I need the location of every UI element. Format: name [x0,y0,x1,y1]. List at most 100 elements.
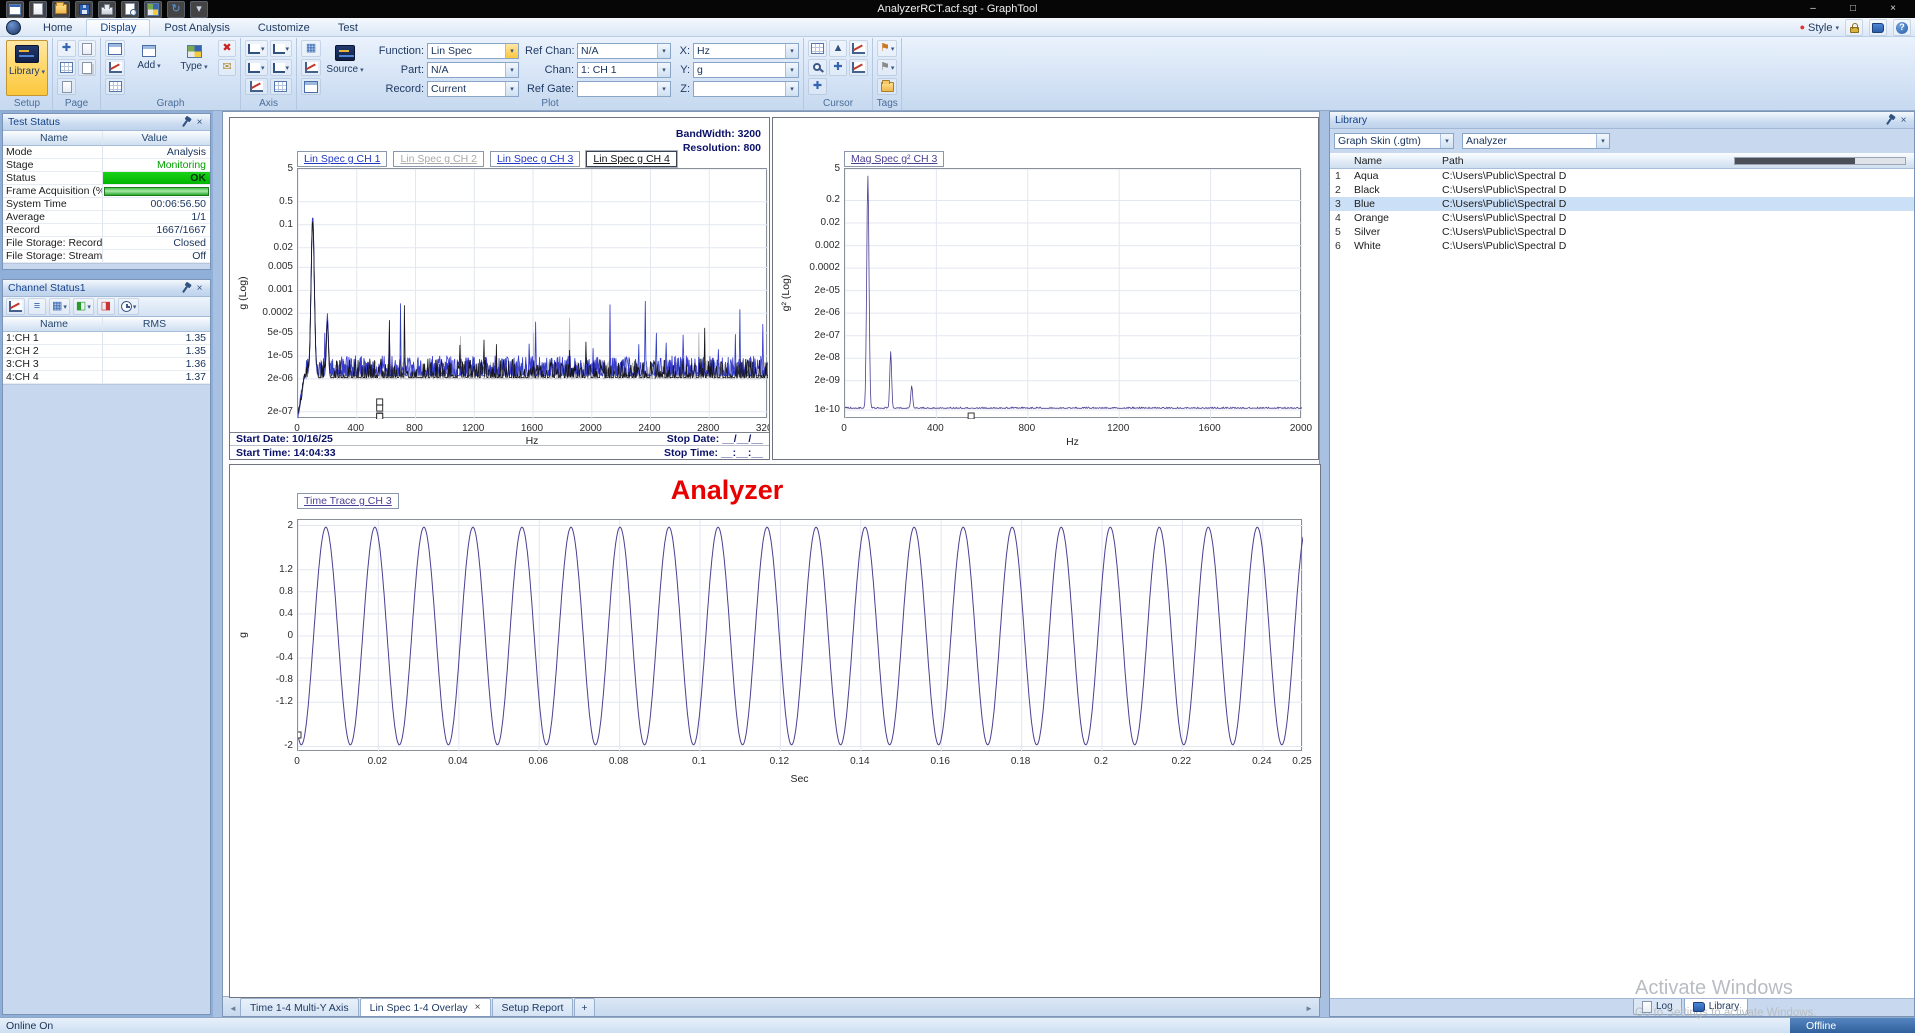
ribbon-tab-display[interactable]: Display [86,19,150,36]
pin-icon[interactable] [177,116,192,129]
status-row[interactable]: 2:CH 21.35 [3,345,210,358]
close-panel-icon[interactable]: × [1896,114,1911,127]
page-delete-button[interactable] [57,78,76,95]
tag-folder-button[interactable] [877,78,897,95]
add-graph-button[interactable]: Add▾ [128,40,170,96]
library-row[interactable]: 6WhiteC:\Users\Public\Spectral D [1330,239,1914,253]
channel-columns-button[interactable]: ▦▾ [49,298,70,315]
column-header-name[interactable]: Name [3,131,103,145]
legend-tab[interactable]: Lin Spec g CH 2 [393,151,483,167]
style-set-button[interactable] [144,1,162,18]
graph-skin-type-dropdown-icon[interactable]: ▾ [1440,134,1453,148]
pin-icon[interactable] [177,282,192,295]
lock-button[interactable] [1845,19,1863,36]
graph-mail-button[interactable]: ✉ [218,59,236,76]
axis-y-dropdown-icon[interactable]: ▾ [286,45,290,53]
plot-data-button[interactable]: ▦ [301,40,321,57]
axis-scale-button[interactable]: ▾ [245,59,268,76]
pin-icon[interactable] [1881,114,1896,127]
document-tab[interactable]: Setup Report [492,998,574,1016]
library-row[interactable]: 5SilverC:\Users\Public\Spectral D [1330,225,1914,239]
axis-y-button[interactable]: ▾ [270,40,293,57]
page-grid-button[interactable] [57,59,76,76]
app-window-button[interactable] [6,1,24,18]
close-panel-icon[interactable]: × [192,282,207,295]
close-panel-icon[interactable]: × [192,116,207,129]
chan-select[interactable]: 1: CH 1▾ [577,62,671,78]
open-file-button[interactable] [52,1,70,18]
print-preview-button[interactable] [121,1,139,18]
status-row[interactable]: Record1667/1667 [3,224,210,237]
print-button[interactable] [98,1,116,18]
column-header-name[interactable]: Name [3,317,103,331]
graph-skin-dropdown-icon[interactable]: ▾ [1596,134,1609,148]
library-column-path[interactable]: Path [1442,155,1734,167]
channel-status-colors-button[interactable]: ◧▾ [73,298,94,315]
library-row[interactable]: 4OrangeC:\Users\Public\Spectral D [1330,211,1914,225]
plot-trace-button[interactable] [301,59,321,76]
document-tab[interactable]: Time 1-4 Multi-Y Axis [240,998,359,1016]
record-select-dropdown-icon[interactable]: ▾ [505,82,518,96]
channel-status-colors-dropdown-icon[interactable]: ▾ [87,303,91,311]
channel-columns-dropdown-icon[interactable]: ▾ [63,303,67,311]
ribbon-tab-customize[interactable]: Customize [244,19,324,36]
axis-grid-button[interactable] [270,78,293,95]
tag-list-dropdown-icon[interactable]: ▾ [891,64,895,72]
status-row[interactable]: 1:CH 11.35 [3,332,210,345]
tab-scroll-right-button[interactable]: ► [1302,1000,1316,1016]
ribbon-tab-post-analysis[interactable]: Post Analysis [150,19,243,36]
graph-window-button[interactable] [105,40,125,57]
axis-x-dropdown-icon[interactable]: ▾ [261,45,265,53]
panel-tab-log[interactable]: Log [1633,999,1682,1015]
plot-config-button[interactable] [301,78,321,95]
library-column-name[interactable]: Name [1354,155,1442,167]
y-axis-select[interactable]: g▾ [693,62,799,78]
y-axis-select-dropdown-icon[interactable]: ▾ [785,63,798,77]
status-row[interactable]: 3:CH 31.36 [3,358,210,371]
column-header-value[interactable]: Value [103,131,210,145]
status-row[interactable]: File Storage: RecordClosed [3,237,210,250]
page-pan-button[interactable]: ✚ [57,40,76,57]
graph-skin-type-select[interactable]: Graph Skin (.gtm) ▾ [1334,133,1454,149]
part-select[interactable]: N/A▾ [427,62,519,78]
channel-clock-button[interactable]: ▾ [118,298,140,315]
status-row[interactable]: 4:CH 41.37 [3,371,210,384]
cursor-chart-button[interactable] [849,40,868,57]
ref-gate-select-dropdown-icon[interactable]: ▾ [657,82,670,96]
undo-button[interactable]: ↻ [167,1,185,18]
chan-select-dropdown-icon[interactable]: ▾ [657,63,670,77]
status-row[interactable]: StatusOK [3,172,210,185]
legend-tab[interactable]: Time Trace g CH 3 [297,493,399,509]
tag-list-button[interactable]: ⚑▾ [877,59,897,76]
graph-delete-button[interactable]: ✖ [218,40,236,57]
page-new-button[interactable] [78,40,96,57]
help-button[interactable] [1893,19,1911,36]
library-row[interactable]: 3BlueC:\Users\Public\Spectral D [1330,197,1914,211]
style-button[interactable]: ● Style ▾ [1800,22,1839,34]
time-trace-plot-area[interactable] [297,519,1302,751]
axis-scale-dropdown-icon[interactable]: ▾ [261,64,265,72]
status-row[interactable]: Frame Acquisition (%) [3,185,210,198]
new-document-button[interactable] [29,1,47,18]
x-axis-select[interactable]: Hz▾ [693,43,799,59]
graph-skin-select[interactable]: Analyzer ▾ [1462,133,1610,149]
legend-tab[interactable]: Lin Spec g CH 4 [586,151,676,167]
ref-chan-select-dropdown-icon[interactable]: ▾ [657,44,670,58]
graph-grid-button[interactable] [105,78,125,95]
left-splitter[interactable] [213,111,222,1017]
close-tab-icon[interactable]: × [475,1002,481,1013]
axis-range-button[interactable]: ▾ [270,59,293,76]
ribbon-tab-test[interactable]: Test [324,19,372,36]
cursor-peak-button[interactable]: ▲ [829,40,847,57]
status-row[interactable]: File Storage: StreamOff [3,250,210,263]
pan-button[interactable]: ✚ [808,78,827,95]
part-select-dropdown-icon[interactable]: ▾ [505,63,518,77]
application-menu-icon[interactable] [6,20,21,35]
panel-tab-library[interactable]: Library [1684,999,1749,1015]
graph-chart-button[interactable] [105,59,125,76]
source-button[interactable]: Source▾ [324,40,366,96]
legend-tab[interactable]: Lin Spec g CH 3 [490,151,580,167]
channel-list-button[interactable]: ≡ [28,298,46,315]
crosshair-button[interactable]: ✚ [829,59,847,76]
horizontal-scrollbar[interactable] [1734,157,1906,165]
